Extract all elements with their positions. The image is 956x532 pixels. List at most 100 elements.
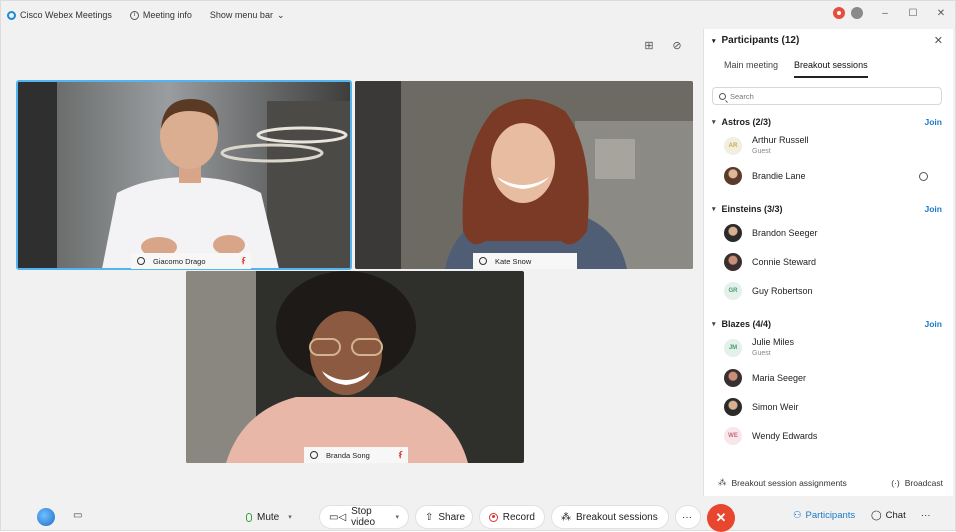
participant-row[interactable]: AR Arthur Russell Guest	[724, 135, 944, 157]
pin-icon[interactable]: ⊘	[669, 39, 685, 53]
participants-button[interactable]: ⚇ Participants	[793, 510, 855, 521]
participants-label: Participants	[805, 510, 856, 521]
meeting-info-button[interactable]: i Meeting info	[129, 10, 192, 20]
breakout-sessions-button[interactable]: ⁂ Breakout sessions	[551, 505, 669, 529]
participant-name: Connie Steward	[752, 256, 817, 267]
breakout-group-header[interactable]: ▾ Blazes (4/4) Join	[712, 319, 942, 329]
muted-icon: ẜ	[398, 449, 402, 460]
breakout-sessions-label: Breakout sessions	[576, 511, 658, 523]
avatar	[724, 369, 742, 387]
tab-breakout-sessions[interactable]: Breakout sessions	[794, 60, 868, 78]
meeting-info-label: Meeting info	[142, 10, 192, 20]
chevron-down-icon: ⌄	[276, 9, 285, 20]
participant-video	[186, 271, 524, 463]
close-window-button[interactable]: ✕	[935, 8, 947, 19]
microphone-icon	[137, 257, 145, 265]
video-tile[interactable]: Giacomo Drago ẜ	[16, 80, 352, 270]
participant-row[interactable]: JM Julie Miles Guest	[724, 337, 944, 359]
mute-label: Mute	[257, 511, 280, 523]
chevron-down-icon: ▾	[712, 206, 716, 213]
participant-row[interactable]: Maria Seeger	[724, 369, 944, 387]
group-name: Einsteins (3/3)	[721, 204, 783, 214]
participants-icon: ⚇	[793, 510, 802, 521]
more-options-right-button[interactable]: ···	[921, 510, 931, 521]
minimize-button[interactable]: –	[879, 8, 891, 19]
close-panel-button[interactable]: ✕	[934, 34, 943, 47]
participant-name: Brandon Seeger	[752, 227, 818, 238]
app-title: Cisco Webex Meetings	[7, 10, 112, 20]
avatar: AR	[724, 137, 742, 155]
video-tile[interactable]: Kate Snow	[355, 81, 693, 269]
participant-role: Guest	[752, 350, 771, 357]
join-button[interactable]: Join	[925, 319, 942, 329]
chevron-down-icon: ▾	[712, 119, 716, 126]
meeting-toolbar: ▭ Mute ▾ ▭◁ Stop video ▾ ⇧ Share Record …	[1, 501, 955, 532]
chevron-down-icon: ▾	[712, 321, 716, 328]
panel-title: Participants (12)	[721, 35, 800, 46]
participant-row[interactable]: Brandon Seeger	[724, 224, 944, 242]
end-meeting-button[interactable]: ✕	[707, 504, 735, 532]
participant-row[interactable]: WE Wendy Edwards	[724, 427, 944, 445]
search-icon	[719, 92, 726, 100]
breakout-group-header[interactable]: ▾ Einsteins (3/3) Join	[712, 204, 942, 214]
record-button[interactable]: Record	[479, 505, 545, 529]
participant-name: Brandie Lane	[752, 170, 806, 181]
avatar	[724, 253, 742, 271]
maximize-button[interactable]: ☐	[907, 8, 919, 19]
microphone-icon	[479, 257, 487, 265]
chevron-down-icon: ▾	[395, 514, 399, 521]
webex-assistant-icon[interactable]	[37, 508, 55, 526]
window-controls: – ☐ ✕	[833, 7, 947, 19]
stop-video-button[interactable]: ▭◁ Stop video ▾	[319, 505, 409, 529]
share-icon: ⇧	[425, 511, 434, 523]
chat-button[interactable]: ◯ Chat	[871, 510, 906, 521]
more-icon: ···	[682, 511, 692, 523]
join-button[interactable]: Join	[925, 117, 942, 127]
avatar: WE	[724, 427, 742, 445]
more-options-button[interactable]: ···	[675, 505, 701, 529]
avatar: GR	[724, 282, 742, 300]
recording-indicator-icon	[833, 7, 845, 19]
layout-grid-icon[interactable]: ⊞	[641, 39, 657, 53]
group-name: Blazes (4/4)	[721, 319, 772, 329]
video-tile[interactable]: Branda Song ẜ	[186, 271, 524, 463]
share-button[interactable]: ⇧ Share	[415, 505, 473, 529]
participant-video	[355, 81, 693, 269]
breakout-group-header[interactable]: ▾ Astros (2/3) Join	[712, 117, 942, 127]
chat-icon: ◯	[871, 510, 882, 521]
participant-name-tag: Giacomo Drago ẜ	[131, 253, 251, 269]
participant-name: Wendy Edwards	[752, 430, 818, 441]
search-input[interactable]: Search	[712, 87, 942, 105]
webex-logo-icon	[7, 10, 16, 20]
search-placeholder: Search	[730, 91, 754, 101]
mute-button[interactable]: Mute ▾	[237, 505, 313, 529]
muted-icon: ẜ	[241, 255, 245, 266]
user-status-icon[interactable]	[851, 7, 863, 19]
title-bar: Cisco Webex Meetings i Meeting info Show…	[1, 1, 955, 29]
join-button[interactable]: Join	[925, 204, 942, 214]
record-label: Record	[502, 511, 535, 523]
participant-role: Guest	[752, 148, 771, 155]
group-name: Astros (2/3)	[721, 117, 772, 127]
avatar	[724, 398, 742, 416]
broadcast-button[interactable]: (·) Broadcast	[891, 477, 943, 488]
chevron-down-icon: ▾	[712, 37, 716, 45]
stop-video-label: Stop video	[351, 506, 376, 528]
tab-main-meeting[interactable]: Main meeting	[724, 60, 778, 78]
participant-row[interactable]: Connie Steward	[724, 253, 944, 271]
participant-name: Branda Song	[326, 450, 370, 460]
participant-row[interactable]: Simon Weir	[724, 398, 944, 416]
participant-name: Giacomo Drago	[153, 256, 206, 266]
more-icon: ···	[921, 510, 931, 521]
breakout-assignments-button[interactable]: ⁂ Breakout session assignments	[718, 477, 847, 488]
participant-row[interactable]: Brandie Lane	[724, 167, 944, 185]
participant-row[interactable]: GR Guy Robertson	[724, 282, 944, 300]
panel-header[interactable]: ▾ Participants (12)	[712, 35, 799, 46]
assignments-label: Breakout session assignments	[731, 477, 847, 488]
participant-name: Maria Seeger	[752, 372, 807, 383]
show-menu-bar-label: Show menu bar	[209, 10, 273, 20]
video-camera-icon: ▭◁	[329, 511, 347, 523]
participant-name: Kate Snow	[495, 256, 532, 266]
show-menu-bar-button[interactable]: Show menu bar ⌄	[210, 10, 285, 21]
captions-icon[interactable]: ▭	[73, 510, 82, 521]
